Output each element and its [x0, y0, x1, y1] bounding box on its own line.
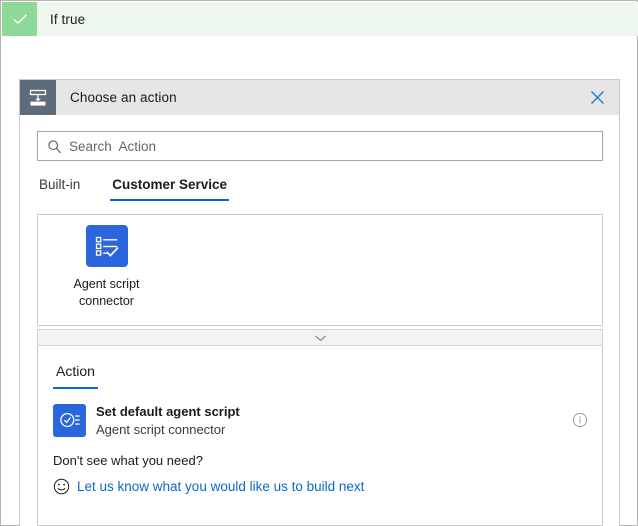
connector-tile-agent-script[interactable]: Agent script connector — [59, 225, 154, 310]
list-item-subtitle: Agent script connector — [96, 421, 240, 438]
list-item-title: Set default agent script — [96, 403, 240, 420]
feedback-link-row: Let us know what you would like us to bu… — [53, 478, 364, 495]
tab-action-label: Action — [56, 363, 95, 379]
flow-designer-page: If true Choose an action — [0, 0, 638, 526]
if-true-branch-header[interactable]: If true — [2, 2, 638, 36]
list-item-text: Set default agent script Agent script co… — [96, 403, 240, 438]
feedback-section: Don't see what you need? Let us know wha… — [53, 452, 364, 495]
smiley-icon — [53, 478, 70, 495]
close-icon[interactable] — [583, 85, 611, 111]
results-tabs: Action — [53, 363, 98, 389]
search-box[interactable] — [37, 131, 603, 161]
collapse-gallery-bar[interactable] — [37, 329, 603, 346]
chevron-down-icon — [314, 329, 327, 347]
info-icon[interactable] — [571, 411, 589, 429]
checklist-icon — [86, 225, 128, 267]
if-true-label: If true — [50, 12, 85, 27]
tab-built-in-label: Built-in — [39, 177, 80, 192]
connector-gallery: Agent script connector — [37, 214, 603, 326]
dialog-header: Choose an action — [20, 80, 619, 115]
insert-action-icon — [20, 80, 56, 115]
circle-check-list-icon — [53, 404, 86, 437]
connector-category-tabs: Built-in Customer Service — [37, 174, 257, 204]
results-panel: Action Set default agent script Agent sc… — [37, 346, 603, 526]
tab-customer-service-label: Customer Service — [112, 177, 227, 192]
search-icon — [47, 139, 62, 154]
search-input[interactable] — [69, 133, 602, 159]
tab-customer-service[interactable]: Customer Service — [110, 174, 229, 201]
list-item[interactable]: Set default agent script Agent script co… — [39, 394, 603, 446]
dialog-title: Choose an action — [70, 90, 177, 105]
check-icon — [2, 2, 37, 36]
connector-name: Agent script connector — [59, 276, 154, 310]
tab-action[interactable]: Action — [53, 363, 98, 389]
choose-an-action-dialog: Choose an action Built-in C — [19, 79, 620, 526]
tab-built-in[interactable]: Built-in — [37, 174, 82, 201]
feedback-link[interactable]: Let us know what you would like us to bu… — [77, 479, 364, 494]
feedback-question: Don't see what you need? — [53, 452, 364, 470]
